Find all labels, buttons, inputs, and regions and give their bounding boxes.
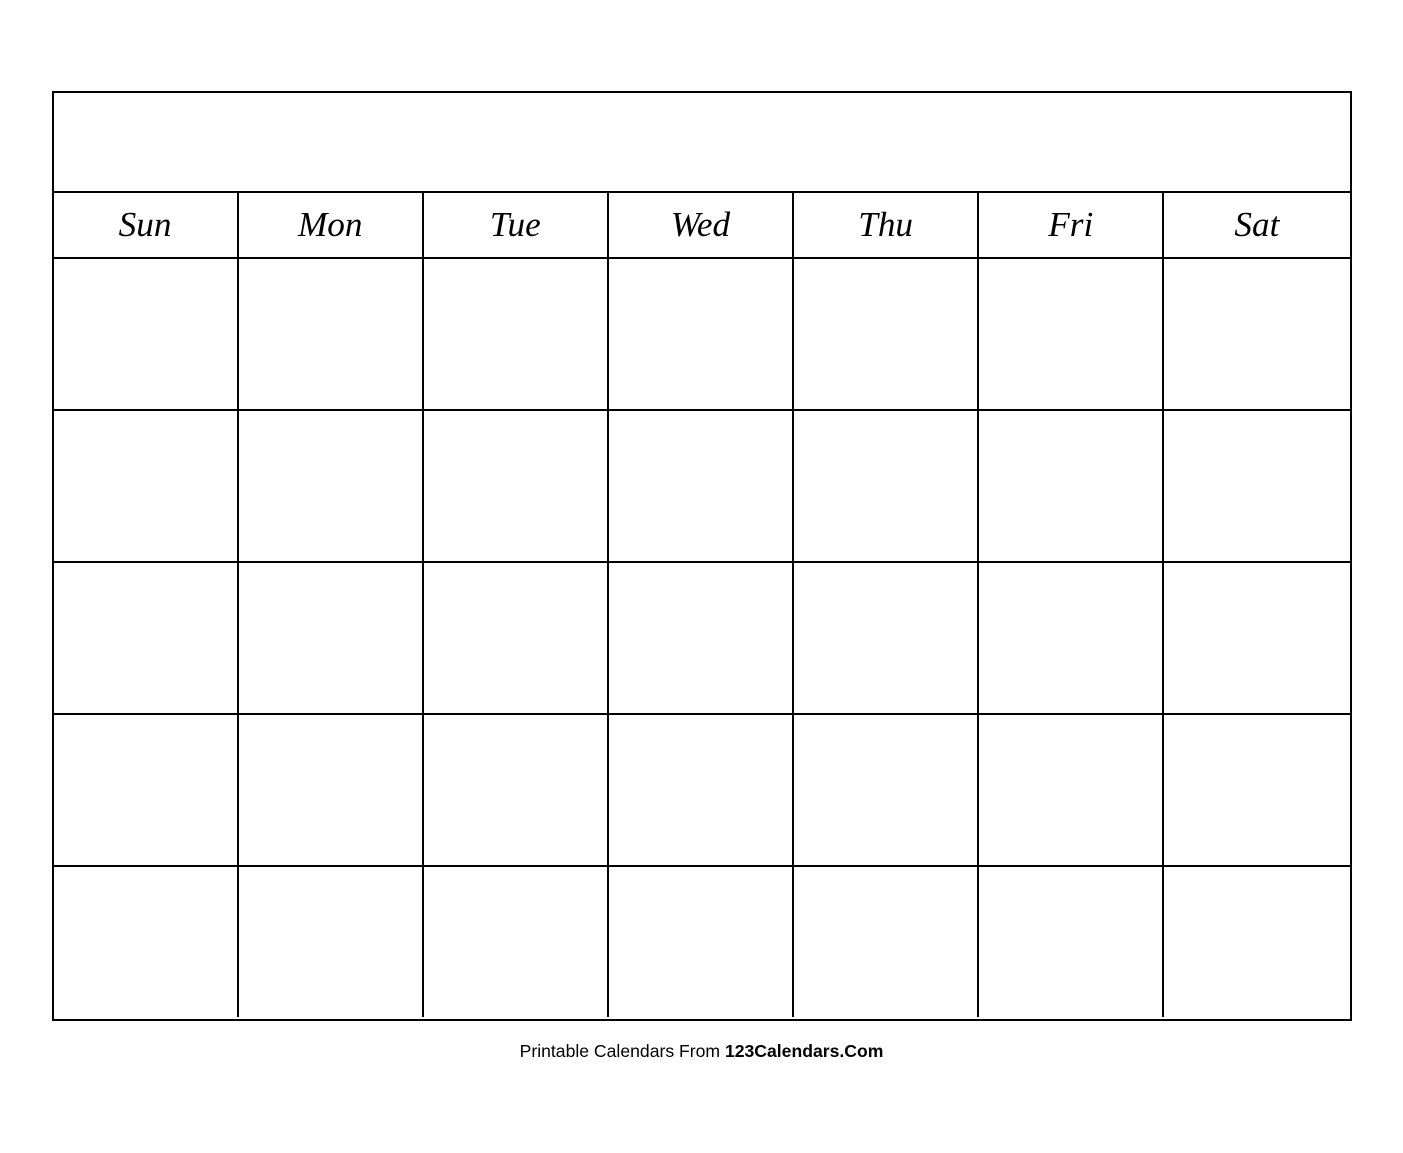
cell-1-5[interactable] (979, 259, 1164, 409)
header-sun: Sun (54, 193, 239, 257)
footer-brand: 123Calendars.Com (725, 1041, 883, 1061)
cell-3-2[interactable] (424, 563, 609, 713)
calendar-week-1 (54, 259, 1350, 411)
cell-1-3[interactable] (609, 259, 794, 409)
calendar-week-4 (54, 715, 1350, 867)
cell-1-0[interactable] (54, 259, 239, 409)
cell-4-4[interactable] (794, 715, 979, 865)
cell-5-1[interactable] (239, 867, 424, 1017)
header-tue: Tue (424, 193, 609, 257)
header-mon: Mon (239, 193, 424, 257)
cell-2-5[interactable] (979, 411, 1164, 561)
cell-5-0[interactable] (54, 867, 239, 1017)
calendar-container: Sun Mon Tue Wed Thu Fri Sat (52, 91, 1352, 1021)
cell-4-2[interactable] (424, 715, 609, 865)
calendar-week-2 (54, 411, 1350, 563)
header-wed: Wed (609, 193, 794, 257)
cell-3-4[interactable] (794, 563, 979, 713)
cell-3-1[interactable] (239, 563, 424, 713)
cell-4-1[interactable] (239, 715, 424, 865)
cell-3-5[interactable] (979, 563, 1164, 713)
cell-1-6[interactable] (1164, 259, 1349, 409)
calendar-header: Sun Mon Tue Wed Thu Fri Sat (54, 193, 1350, 259)
calendar-title-row (54, 93, 1350, 193)
footer-prefix: Printable Calendars From (520, 1041, 725, 1061)
header-sat: Sat (1164, 193, 1349, 257)
header-thu: Thu (794, 193, 979, 257)
cell-1-4[interactable] (794, 259, 979, 409)
calendar-week-3 (54, 563, 1350, 715)
calendar-week-5 (54, 867, 1350, 1019)
footer: Printable Calendars From 123Calendars.Co… (52, 1041, 1352, 1062)
cell-3-6[interactable] (1164, 563, 1349, 713)
cell-4-0[interactable] (54, 715, 239, 865)
calendar-body (54, 259, 1350, 1019)
header-fri: Fri (979, 193, 1164, 257)
cell-2-3[interactable] (609, 411, 794, 561)
cell-4-3[interactable] (609, 715, 794, 865)
cell-5-2[interactable] (424, 867, 609, 1017)
cell-1-1[interactable] (239, 259, 424, 409)
cell-1-2[interactable] (424, 259, 609, 409)
calendar-wrapper: Sun Mon Tue Wed Thu Fri Sat (52, 91, 1352, 1062)
cell-5-3[interactable] (609, 867, 794, 1017)
cell-2-4[interactable] (794, 411, 979, 561)
cell-2-6[interactable] (1164, 411, 1349, 561)
cell-4-5[interactable] (979, 715, 1164, 865)
cell-5-4[interactable] (794, 867, 979, 1017)
cell-3-0[interactable] (54, 563, 239, 713)
cell-3-3[interactable] (609, 563, 794, 713)
cell-5-5[interactable] (979, 867, 1164, 1017)
cell-2-2[interactable] (424, 411, 609, 561)
cell-4-6[interactable] (1164, 715, 1349, 865)
cell-5-6[interactable] (1164, 867, 1349, 1017)
cell-2-1[interactable] (239, 411, 424, 561)
cell-2-0[interactable] (54, 411, 239, 561)
